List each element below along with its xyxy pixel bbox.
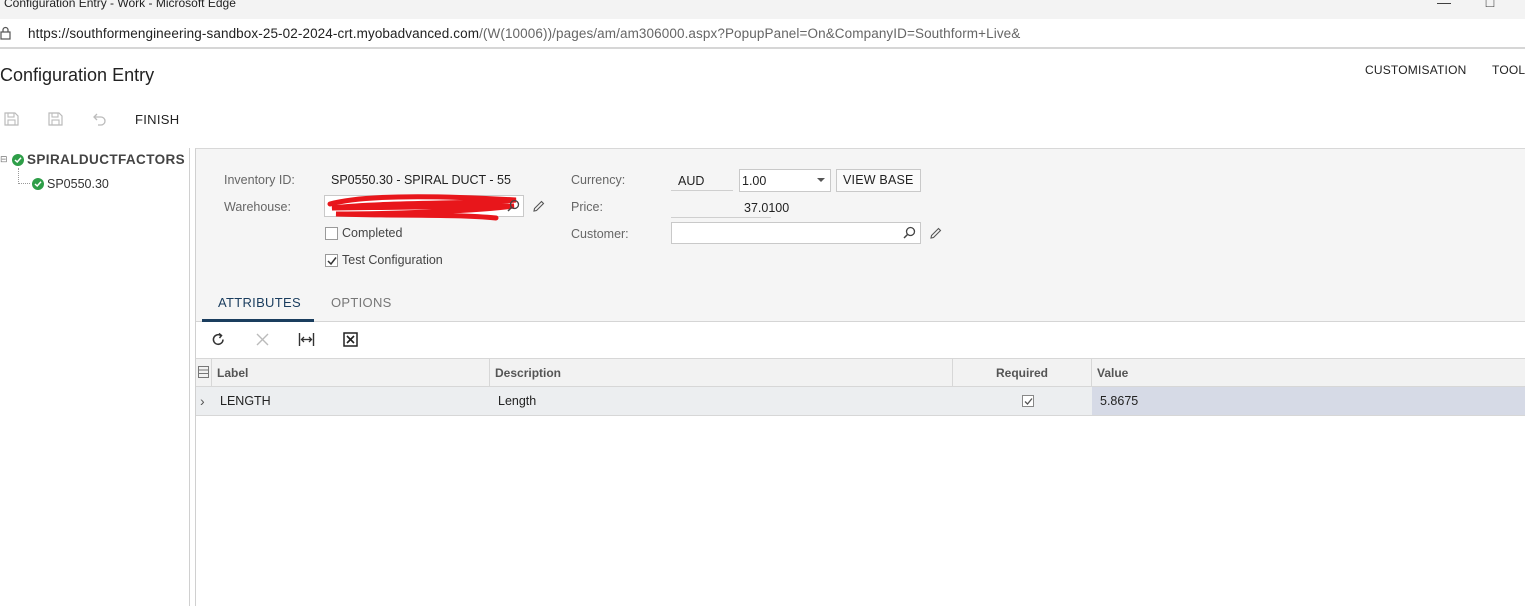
- success-check-icon: [12, 153, 24, 166]
- configuration-tree: ⊟ SPIRALDUCTFACTORS SP0550.30: [0, 148, 190, 606]
- summary-form: Inventory ID: SP0550.30 - SPIRAL DUCT - …: [196, 149, 1525, 322]
- export-excel-icon[interactable]: [342, 331, 359, 348]
- url-host: https://southformengineering-sandbox-25-…: [28, 26, 480, 41]
- tab-attributes[interactable]: ATTRIBUTES: [218, 295, 301, 310]
- redaction-scribble: [327, 194, 517, 221]
- edit-pencil-icon[interactable]: [532, 200, 545, 213]
- column-header-label[interactable]: Label: [212, 359, 490, 387]
- tree-root-label: SPIRALDUCTFACTORS: [27, 152, 186, 167]
- currency-rate-value: 1.00: [742, 174, 767, 188]
- tab-options[interactable]: OPTIONS: [331, 295, 392, 310]
- edit-pencil-icon[interactable]: [929, 227, 942, 240]
- page-title: Configuration Entry: [0, 65, 155, 85]
- success-check-icon: [32, 178, 44, 190]
- column-header-required[interactable]: Required: [953, 359, 1092, 387]
- tree-connector: [18, 168, 30, 184]
- fit-width-icon[interactable]: [298, 331, 315, 348]
- inventory-id-value[interactable]: SP0550.30 - SPIRAL DUCT - 55: [331, 173, 511, 187]
- browser-title-bar: Configuration Entry - Work - Microsoft E…: [0, 0, 1525, 19]
- row-selector-header[interactable]: [196, 359, 212, 387]
- tab-strip: ATTRIBUTES OPTIONS: [196, 282, 1525, 322]
- price-label: Price:: [571, 200, 603, 214]
- chevron-down-icon[interactable]: [817, 178, 825, 182]
- menu-customisation[interactable]: CUSTOMISATION: [1365, 63, 1467, 77]
- refresh-icon[interactable]: [210, 331, 227, 348]
- cell-value[interactable]: 5.8675: [1092, 387, 1525, 415]
- row-expand-icon[interactable]: ›: [200, 387, 205, 415]
- column-settings-icon[interactable]: [198, 366, 209, 378]
- cell-value-text: 5.8675: [1100, 394, 1139, 408]
- attributes-grid: Label Description Required Value › LENGT…: [196, 358, 1525, 606]
- cell-required-checkbox[interactable]: [1022, 395, 1034, 407]
- test-configuration-label: Test Configuration: [342, 253, 443, 267]
- warehouse-label: Warehouse:: [224, 200, 291, 214]
- column-header-description[interactable]: Description: [490, 359, 953, 387]
- maximize-icon[interactable]: □: [1480, 0, 1500, 10]
- address-bar[interactable]: https://southformengineering-sandbox-25-…: [0, 19, 1525, 49]
- url-path: /(W(10006))/pages/am/am306000.aspx?Popup…: [479, 26, 1021, 41]
- save-close-icon[interactable]: [2, 110, 20, 128]
- currency-value: AUD: [678, 174, 705, 188]
- test-configuration-checkbox[interactable]: [325, 254, 338, 267]
- tree-child-node[interactable]: SP0550.30: [32, 177, 109, 191]
- completed-checkbox[interactable]: [325, 227, 338, 240]
- view-base-button[interactable]: VIEW BASE: [836, 169, 921, 192]
- price-value: 37.0100: [744, 201, 790, 215]
- minimize-icon[interactable]: —: [1434, 0, 1454, 10]
- cell-label[interactable]: LENGTH: [220, 387, 271, 415]
- table-row[interactable]: › LENGTH Length 5.8675: [196, 387, 1525, 416]
- tree-root-node[interactable]: ⊟ SPIRALDUCTFACTORS: [0, 152, 185, 167]
- search-icon[interactable]: [903, 226, 916, 239]
- grid-toolbar: [196, 322, 1525, 358]
- url-text[interactable]: https://southformengineering-sandbox-25-…: [28, 26, 1020, 41]
- grid-header: Label Description Required Value: [196, 358, 1525, 387]
- lock-icon: [0, 26, 11, 40]
- menu-tools[interactable]: TOOL: [1492, 63, 1525, 77]
- tree-child-label: SP0550.30: [47, 177, 109, 191]
- inventory-id-label: Inventory ID:: [224, 173, 295, 187]
- save-icon[interactable]: [46, 110, 64, 128]
- column-header-value[interactable]: Value: [1092, 359, 1525, 387]
- completed-label: Completed: [342, 226, 403, 240]
- cell-description[interactable]: Length: [498, 387, 536, 415]
- delete-row-icon[interactable]: [254, 331, 271, 348]
- finish-button[interactable]: FINISH: [135, 112, 179, 127]
- customer-input[interactable]: [671, 222, 921, 244]
- customer-label: Customer:: [571, 227, 629, 241]
- tree-collapse-icon[interactable]: ⊟: [0, 154, 12, 165]
- undo-icon[interactable]: [90, 110, 108, 128]
- currency-label: Currency:: [571, 173, 626, 187]
- main-panel: Inventory ID: SP0550.30 - SPIRAL DUCT - …: [195, 148, 1525, 606]
- search-icon[interactable]: [507, 199, 520, 212]
- window-title: Configuration Entry - Work - Microsoft E…: [4, 0, 236, 10]
